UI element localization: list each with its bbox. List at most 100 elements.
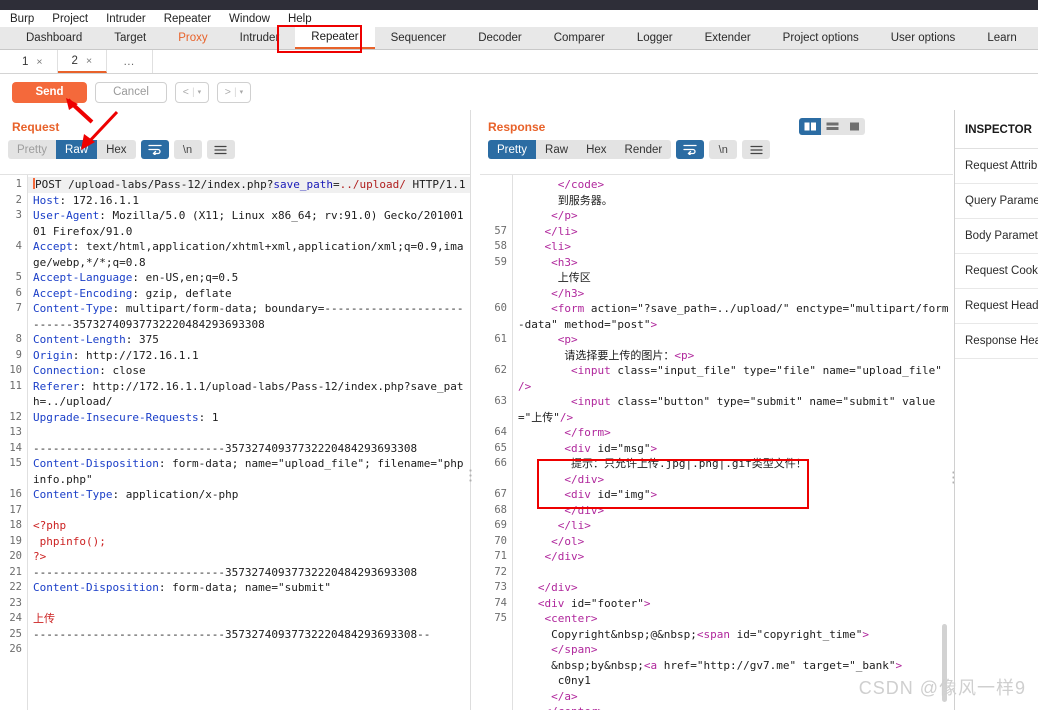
line-number: 65 bbox=[494, 441, 507, 454]
response-editor[interactable]: 57 58 59 60 61 62 63 64 65 66 67 68 69 70 71 72 73 74 75 <… bbox=[480, 174, 953, 710]
repeater-tab-2[interactable]: 2 × bbox=[57, 50, 108, 73]
tab-extender[interactable]: Extender bbox=[689, 27, 767, 49]
request-format-raw[interactable]: Raw bbox=[56, 140, 98, 159]
line-number: 72 bbox=[494, 565, 507, 578]
cancel-button[interactable]: Cancel bbox=[95, 81, 167, 103]
request-format-toolbar: Pretty Raw Hex \n bbox=[0, 140, 470, 164]
inspector-item-query-parameters[interactable]: Query Parameters bbox=[955, 184, 1038, 219]
tab-learn[interactable]: Learn bbox=[971, 27, 1032, 49]
hamburger-icon[interactable] bbox=[206, 140, 235, 159]
line-number: 66 bbox=[494, 457, 507, 469]
request-format-pretty[interactable]: Pretty bbox=[8, 140, 56, 159]
request-format-segmented-control: Pretty Raw Hex bbox=[8, 140, 136, 159]
chevron-right-icon: > bbox=[224, 86, 231, 98]
tab-dashboard[interactable]: Dashboard bbox=[10, 27, 98, 49]
line-number: 68 bbox=[494, 503, 507, 516]
response-code[interactable]: </code> 到服务器。 </p> </li> <li> <h3> 上传区 <… bbox=[513, 175, 953, 710]
menu-item-intruder[interactable]: Intruder bbox=[106, 13, 156, 25]
response-scrollbar[interactable] bbox=[942, 624, 947, 702]
close-icon[interactable]: × bbox=[36, 56, 42, 68]
response-panel: Response Pretty Raw Hex Render \n 57 58 … bbox=[480, 110, 953, 710]
line-number: 16 bbox=[9, 488, 22, 500]
response-format-render[interactable]: Render bbox=[616, 140, 672, 159]
response-format-raw[interactable]: Raw bbox=[536, 140, 577, 159]
code-line: <center> bbox=[544, 612, 598, 625]
repeater-tab-2-label: 2 bbox=[71, 54, 78, 67]
menu-item-repeater[interactable]: Repeater bbox=[164, 13, 221, 25]
tab-proxy[interactable]: Proxy bbox=[162, 27, 223, 49]
single-view-icon[interactable] bbox=[843, 118, 865, 135]
line-number: 13 bbox=[9, 426, 22, 438]
repeater-tab-more[interactable]: … bbox=[107, 50, 153, 73]
word-wrap-icon[interactable] bbox=[140, 140, 169, 159]
next-request-button[interactable]: > | ▾ bbox=[217, 81, 251, 103]
line-number: 73 bbox=[494, 581, 507, 593]
inspector-item-request-cookies[interactable]: Request Cookies bbox=[955, 254, 1038, 289]
line-number: 67 bbox=[494, 488, 507, 500]
menu-item-burp[interactable]: Burp bbox=[10, 13, 44, 25]
code-line: <input class="button" type="submit" name… bbox=[518, 395, 936, 424]
code-line: -----------------------------35732740937… bbox=[33, 627, 431, 641]
code-line: Accept: text/html,application/xhtml+xml,… bbox=[33, 240, 464, 269]
tab-target[interactable]: Target bbox=[98, 27, 162, 49]
menu-item-help[interactable]: Help bbox=[288, 13, 322, 25]
code-line: <form action="?save_path=../upload/" enc… bbox=[518, 302, 949, 331]
chevron-down-icon: ▾ bbox=[239, 89, 244, 96]
tab-user-options[interactable]: User options bbox=[875, 27, 972, 49]
line-number: 24 bbox=[9, 612, 22, 624]
code-line: Content-Type: application/x-php bbox=[33, 488, 239, 501]
panel-divider-handle[interactable] bbox=[469, 468, 472, 482]
response-format-pretty[interactable]: Pretty bbox=[488, 140, 537, 159]
repeater-tab-1[interactable]: 1 × bbox=[8, 50, 58, 73]
hamburger-icon[interactable] bbox=[742, 140, 771, 159]
close-icon[interactable]: × bbox=[86, 55, 92, 67]
tab-comparer[interactable]: Comparer bbox=[538, 27, 621, 49]
menu-item-window[interactable]: Window bbox=[229, 13, 280, 25]
code-line: POST /upload-labs/Pass-12/index.php?save… bbox=[33, 177, 470, 193]
request-editor[interactable]: 1 2 3 4 5 6 7 8 9 10 11 12 13 14 15 16 17 18 19 20 21 22 23 24 2… bbox=[0, 174, 470, 710]
code-line: 提示：只允许上传.jpg|.png|.gif类型文件！ bbox=[518, 457, 807, 470]
tab-logger[interactable]: Logger bbox=[621, 27, 689, 49]
prev-request-button[interactable]: < | ▾ bbox=[175, 81, 209, 103]
code-line: Referer: http://172.16.1.1/upload-labs/P… bbox=[33, 379, 464, 409]
line-number: 10 bbox=[9, 364, 22, 376]
line-number: 74 bbox=[494, 596, 507, 609]
send-button[interactable]: Send bbox=[12, 81, 87, 103]
menu-item-project[interactable]: Project bbox=[52, 13, 98, 25]
line-number bbox=[480, 193, 507, 209]
inspector-item-request-headers[interactable]: Request Headers bbox=[955, 289, 1038, 324]
response-line-numbers: 57 58 59 60 61 62 63 64 65 66 67 68 69 70 71 72 73 74 75 bbox=[480, 175, 513, 710]
tab-repeater[interactable]: Repeater bbox=[295, 27, 375, 49]
menu-bar: Burp Project Intruder Repeater Window He… bbox=[0, 10, 1038, 27]
code-line: </ol> bbox=[551, 534, 585, 548]
inspector-item-request-attributes[interactable]: Request Attributes bbox=[955, 149, 1038, 184]
repeater-tab-1-label: 1 bbox=[22, 55, 29, 68]
panel-divider[interactable] bbox=[470, 110, 471, 710]
response-format-toolbar: Pretty Raw Hex Render \n bbox=[480, 140, 953, 164]
tab-intruder[interactable]: Intruder bbox=[224, 27, 296, 49]
inspector-item-body-parameters[interactable]: Body Parameters bbox=[955, 219, 1038, 254]
code-line: Connection: close bbox=[33, 364, 146, 377]
line-number: 6 bbox=[15, 286, 22, 299]
line-number: 3 bbox=[15, 209, 22, 221]
tab-project-options[interactable]: Project options bbox=[767, 27, 875, 49]
line-number: 21 bbox=[9, 565, 22, 578]
line-number: 15 bbox=[9, 457, 22, 469]
response-panel-title: Response bbox=[488, 120, 546, 134]
stacked-view-icon[interactable] bbox=[821, 118, 843, 135]
word-wrap-icon[interactable] bbox=[676, 140, 705, 159]
response-format-hex[interactable]: Hex bbox=[577, 140, 615, 159]
inspector-item-response-headers[interactable]: Response Headers bbox=[955, 324, 1038, 359]
request-format-hex[interactable]: Hex bbox=[97, 140, 135, 159]
tab-sequencer[interactable]: Sequencer bbox=[375, 27, 463, 49]
show-newlines-icon[interactable]: \n bbox=[709, 140, 738, 159]
code-line: User-Agent: Mozilla/5.0 (X11; Linux x86_… bbox=[33, 209, 464, 238]
show-newlines-icon[interactable]: \n bbox=[173, 140, 202, 159]
line-number: 57 bbox=[494, 224, 507, 237]
side-by-side-view-icon[interactable] bbox=[799, 118, 821, 135]
tab-decoder[interactable]: Decoder bbox=[462, 27, 537, 49]
request-code[interactable]: POST /upload-labs/Pass-12/index.php?save… bbox=[28, 175, 470, 710]
code-line: ?> bbox=[33, 550, 47, 563]
code-line: </li> bbox=[557, 519, 591, 532]
